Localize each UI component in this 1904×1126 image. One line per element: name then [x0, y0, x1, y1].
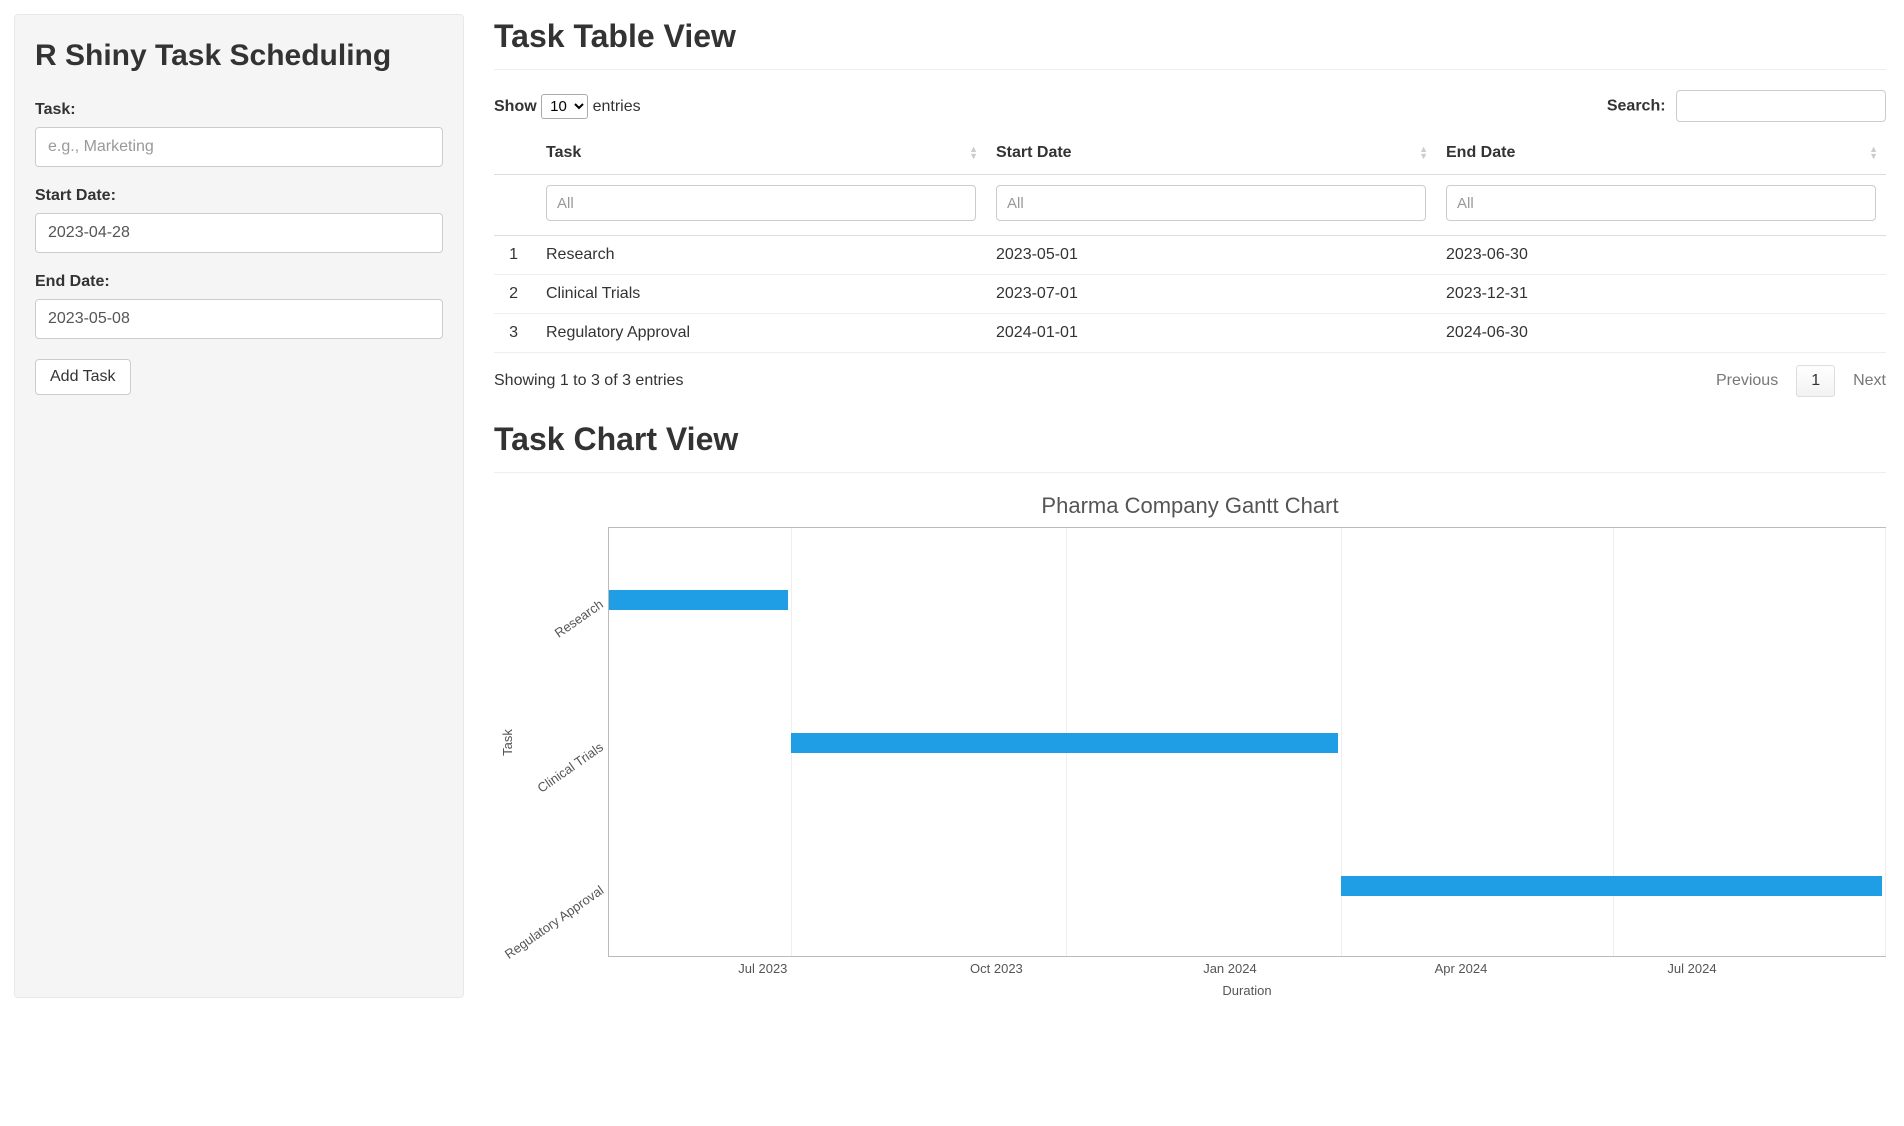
cell-end: 2024-06-30 [1436, 314, 1886, 353]
show-label-pre: Show [494, 98, 537, 115]
col-header-task[interactable]: Task ▲▼ [536, 132, 986, 175]
cell-start: 2023-07-01 [986, 275, 1436, 314]
sort-icon: ▲▼ [1869, 146, 1878, 160]
filter-end[interactable] [1446, 185, 1876, 221]
chart-y-category-label: Research [552, 596, 606, 640]
sidebar-panel: R Shiny Task Scheduling Task: Start Date… [14, 14, 464, 998]
cell-index: 3 [494, 314, 536, 353]
main-panel: Task Table View Show 10 entries Search: [494, 14, 1890, 998]
end-date-input[interactable] [35, 299, 443, 339]
chart-x-tick-label: Oct 2023 [970, 961, 1023, 976]
divider [494, 472, 1886, 473]
chart-x-tick-label: Jan 2024 [1203, 961, 1257, 976]
chart-y-categories: ResearchClinical TrialsRegulatory Approv… [520, 527, 608, 957]
col-header-index[interactable] [494, 132, 536, 175]
table-row[interactable]: 3 Regulatory Approval 2024-01-01 2024-06… [494, 314, 1886, 353]
chart-plot-area [608, 527, 1886, 957]
task-label: Task: [35, 101, 443, 119]
sort-icon: ▲▼ [969, 146, 978, 160]
start-date-input[interactable] [35, 213, 443, 253]
chart-y-category-label: Clinical Trials [535, 739, 606, 795]
chart-x-tick-label: Jul 2024 [1667, 961, 1716, 976]
chart-xlabel: Duration [608, 983, 1886, 998]
cell-task: Clinical Trials [536, 275, 986, 314]
cell-task: Regulatory Approval [536, 314, 986, 353]
next-button[interactable]: Next [1853, 372, 1886, 390]
search-control: Search: [1607, 90, 1886, 122]
gantt-bar [609, 590, 788, 610]
cell-end: 2023-12-31 [1436, 275, 1886, 314]
table-row[interactable]: 1 Research 2023-05-01 2023-06-30 [494, 236, 1886, 275]
end-date-label: End Date: [35, 273, 443, 291]
gantt-chart: Pharma Company Gantt Chart Task Research… [494, 493, 1886, 998]
cell-index: 2 [494, 275, 536, 314]
cell-end: 2023-06-30 [1436, 236, 1886, 275]
cell-task: Research [536, 236, 986, 275]
chart-x-tick-label: Apr 2024 [1435, 961, 1488, 976]
chart-x-ticks: Jul 2023Oct 2023Jan 2024Apr 2024Jul 2024 [608, 957, 1692, 977]
page-number-button[interactable]: 1 [1796, 365, 1835, 397]
gantt-bar [791, 733, 1338, 753]
col-header-end[interactable]: End Date ▲▼ [1436, 132, 1886, 175]
search-input[interactable] [1676, 90, 1886, 122]
cell-start: 2024-01-01 [986, 314, 1436, 353]
col-header-start[interactable]: Start Date ▲▼ [986, 132, 1436, 175]
length-control: Show 10 entries [494, 94, 641, 119]
sort-icon: ▲▼ [1419, 146, 1428, 160]
chart-gridline [1885, 528, 1886, 956]
start-date-label: Start Date: [35, 187, 443, 205]
cell-index: 1 [494, 236, 536, 275]
task-input[interactable] [35, 127, 443, 167]
show-label-post: entries [593, 98, 641, 115]
table-row[interactable]: 2 Clinical Trials 2023-07-01 2023-12-31 [494, 275, 1886, 314]
prev-button[interactable]: Previous [1716, 372, 1778, 390]
chart-view-heading: Task Chart View [494, 421, 1886, 458]
table-view-heading: Task Table View [494, 18, 1886, 55]
cell-start: 2023-05-01 [986, 236, 1436, 275]
chart-ylabel: Task [500, 729, 515, 756]
pagination: Previous 1 Next [1716, 365, 1886, 397]
filter-task[interactable] [546, 185, 976, 221]
gantt-bar [1341, 876, 1882, 896]
filter-start[interactable] [996, 185, 1426, 221]
page-length-select[interactable]: 10 [541, 94, 588, 119]
chart-x-tick-label: Jul 2023 [738, 961, 787, 976]
divider [494, 69, 1886, 70]
app-title: R Shiny Task Scheduling [35, 39, 443, 73]
chart-title: Pharma Company Gantt Chart [494, 493, 1886, 519]
add-task-button[interactable]: Add Task [35, 359, 131, 395]
table-info: Showing 1 to 3 of 3 entries [494, 372, 683, 390]
task-table: Task ▲▼ Start Date ▲▼ End Date ▲▼ [494, 132, 1886, 353]
search-label: Search: [1607, 98, 1666, 115]
